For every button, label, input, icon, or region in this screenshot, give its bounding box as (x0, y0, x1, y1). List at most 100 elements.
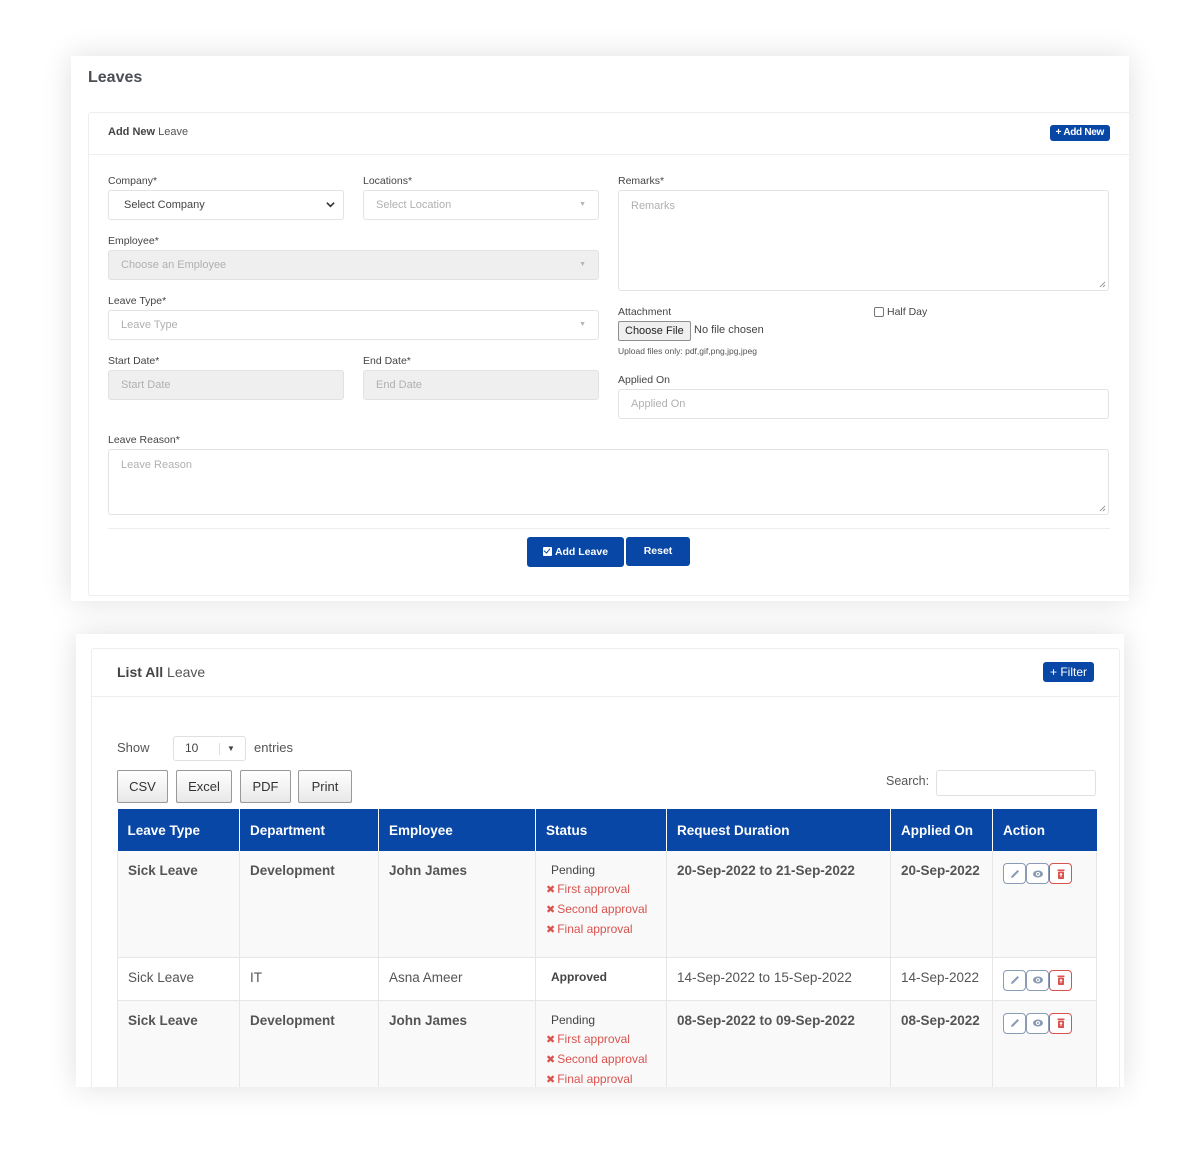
cell-employee: John James (378, 851, 536, 958)
leave-reason-textarea[interactable]: Leave Reason (108, 449, 1109, 515)
page-title: Leaves (88, 69, 143, 86)
remarks-textarea[interactable]: Remarks (618, 190, 1109, 291)
show-label: Show (117, 740, 150, 755)
table-header-row: Leave Type Department Employee Status Re… (117, 809, 1097, 851)
page-length-value: 10 (185, 741, 199, 755)
end-date-placeholder: End Date (376, 379, 422, 391)
select-separator (219, 743, 220, 755)
cell-department: Development (239, 1000, 379, 1087)
delete-button[interactable] (1049, 1012, 1072, 1034)
times-icon: ✖ (546, 1033, 556, 1046)
approval-item: ✖ Final approval (546, 922, 656, 936)
edit-button[interactable] (1003, 969, 1026, 991)
cell-status: Pending ✖ First approval ✖ Second approval… (535, 851, 667, 958)
file-status: No file chosen (694, 324, 764, 336)
leave-reason-placeholder: Leave Reason (121, 459, 192, 471)
choose-file-button[interactable]: Choose File (618, 321, 691, 341)
add-new-button[interactable]: + Add New (1049, 125, 1110, 141)
chevron-down-icon (326, 202, 335, 208)
column-header-leave-type[interactable]: Leave Type (117, 809, 240, 851)
delete-button[interactable] (1049, 863, 1072, 884)
view-button[interactable] (1026, 863, 1049, 884)
column-header-employee[interactable]: Employee (378, 809, 536, 851)
leave-list-panel: List All Leave + Filter Show 10 ▼ entrie… (91, 648, 1120, 1087)
view-button[interactable] (1026, 1012, 1049, 1034)
pdf-button[interactable]: PDF (240, 770, 291, 803)
page-length-select[interactable]: 10 ▼ (173, 736, 246, 761)
half-day-label: Half Day (887, 306, 928, 318)
cell-department: Development (239, 851, 379, 958)
attachment-label: Attachment (618, 306, 672, 318)
start-date-input[interactable]: Start Date (108, 370, 344, 400)
trash-icon (1057, 975, 1064, 985)
times-icon: ✖ (546, 1073, 556, 1086)
resize-handle-icon[interactable] (1098, 504, 1106, 512)
approval-item: ✖ First approval (546, 882, 656, 896)
edit-button[interactable] (1003, 1012, 1026, 1034)
column-header-request-duration[interactable]: Request Duration (666, 809, 891, 851)
filter-button[interactable]: + Filter (1042, 662, 1094, 682)
locations-select[interactable]: Select Location ▼ (363, 190, 599, 220)
caret-down-icon: ▼ (579, 321, 586, 328)
trash-icon (1057, 869, 1064, 879)
approval-label: First approval (557, 1031, 630, 1046)
trash-icon (1057, 1018, 1064, 1028)
add-leave-label: Add Leave (554, 546, 609, 558)
view-button[interactable] (1026, 969, 1049, 991)
employee-label: Employee* (108, 235, 159, 247)
approval-label: Final approval (557, 1071, 633, 1086)
table-row: Sick Leave Development John James Pendin… (117, 1000, 1097, 1087)
cell-action (992, 1000, 1097, 1087)
start-date-label: Start Date* (108, 355, 160, 367)
locations-placeholder: Select Location (376, 199, 452, 211)
print-button[interactable]: Print (298, 770, 352, 803)
end-date-input[interactable]: End Date (363, 370, 599, 400)
leave-list-title: List All Leave (117, 664, 205, 680)
leave-list-card: List All Leave + Filter Show 10 ▼ entrie… (76, 634, 1124, 1087)
applied-on-label: Applied On (618, 374, 670, 386)
status-text: Approved (551, 969, 608, 984)
add-leave-card: Leaves Add New Leave + Add New Company* … (71, 56, 1129, 601)
search-input[interactable] (936, 770, 1096, 796)
applied-on-input[interactable]: Applied On (618, 389, 1109, 419)
leave-list-title-bold: List All (117, 664, 164, 680)
form-divider (108, 528, 1110, 529)
cell-status: Pending ✖ First approval ✖ Second approval… (535, 1000, 667, 1087)
employee-select[interactable]: Choose an Employee ▼ (108, 250, 599, 280)
column-header-status[interactable]: Status (535, 809, 667, 851)
approval-item: ✖ Second approval (546, 1052, 656, 1066)
column-header-applied-on[interactable]: Applied On (890, 809, 993, 851)
pencil-icon (1010, 869, 1019, 878)
approval-label: Second approval (557, 1051, 648, 1066)
employee-placeholder: Choose an Employee (121, 259, 227, 271)
approval-label: First approval (557, 882, 630, 896)
company-label: Company* (108, 175, 158, 187)
pencil-icon (1010, 976, 1019, 984)
cell-employee: Asna Ameer (378, 957, 536, 1001)
add-leave-header: Add New Leave + Add New (89, 113, 1129, 155)
times-icon: ✖ (546, 904, 556, 916)
add-leave-button[interactable]: Add Leave (527, 537, 624, 567)
company-select[interactable]: Select Company (108, 190, 344, 220)
company-select-value: Select Company (124, 199, 205, 211)
leave-type-label: Leave Type* (108, 295, 167, 307)
csv-button[interactable]: CSV (117, 770, 168, 803)
excel-button[interactable]: Excel (176, 770, 232, 803)
start-date-placeholder: Start Date (121, 379, 171, 391)
cell-action (992, 851, 1097, 958)
column-header-department[interactable]: Department (239, 809, 379, 851)
times-icon: ✖ (546, 884, 556, 896)
search-label: Search: (886, 774, 930, 788)
entries-label: entries (254, 740, 294, 755)
edit-button[interactable] (1003, 863, 1026, 884)
leave-type-placeholder: Leave Type (121, 319, 178, 331)
end-date-label: End Date* (363, 355, 411, 367)
leave-type-select[interactable]: Leave Type ▼ (108, 310, 599, 340)
leave-reason-label: Leave Reason* (108, 434, 180, 446)
delete-button[interactable] (1049, 969, 1072, 991)
cell-request-duration: 14-Sep-2022 to 15-Sep-2022 (666, 957, 891, 1001)
approval-label: Final approval (557, 922, 633, 936)
half-day-checkbox[interactable] (874, 307, 884, 317)
reset-button[interactable]: Reset (626, 537, 690, 566)
resize-handle-icon[interactable] (1098, 280, 1106, 288)
